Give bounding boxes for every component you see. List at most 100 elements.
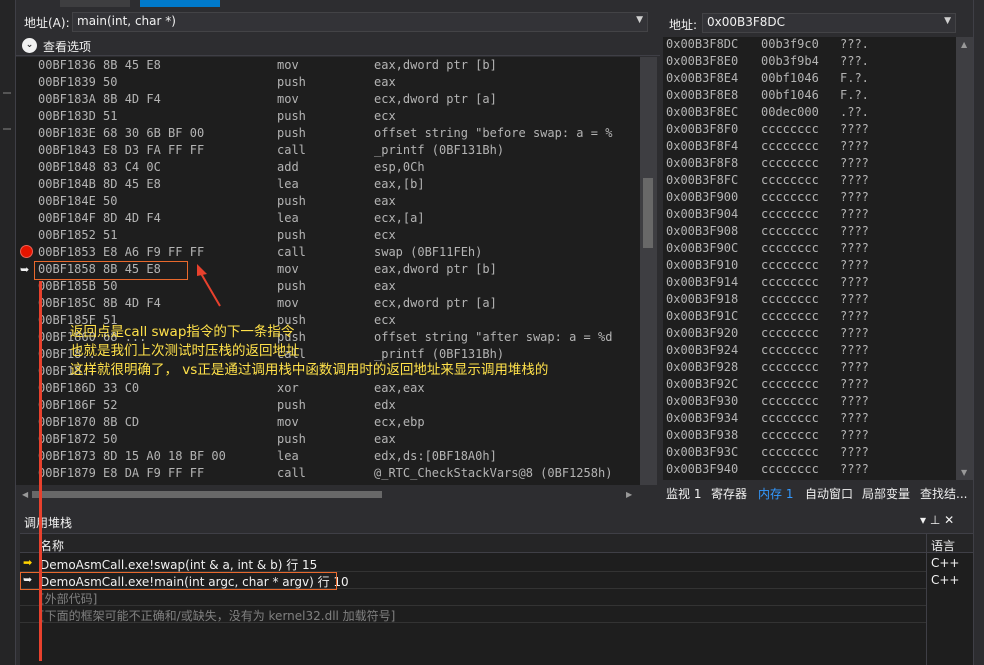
instruction-address: 00BF185B 50 — [38, 279, 118, 293]
disasm-scroll-thumb[interactable] — [643, 178, 653, 248]
scroll-down-icon[interactable]: ▼ — [961, 468, 967, 477]
memory-address: 0x00B3F914 — [666, 275, 739, 289]
scroll-left-icon[interactable]: ◀ — [22, 490, 28, 499]
instruction-opcode: mov — [277, 415, 299, 429]
memory-chars: ???? — [840, 445, 869, 459]
memory-chars: ???? — [840, 156, 869, 170]
tab-main-cpp[interactable] — [60, 0, 130, 7]
instruction-address: 00BF183D 51 — [38, 109, 118, 123]
instruction-operand: ecx — [374, 109, 396, 123]
instruction-opcode: push — [277, 75, 306, 89]
debug-tab[interactable]: 内存 1 — [758, 485, 793, 502]
instruction-operand: ecx — [374, 313, 396, 327]
instruction-opcode: push — [277, 228, 306, 242]
memory-chars: .??. — [840, 105, 869, 119]
disasm-hscroll-thumb[interactable] — [32, 491, 382, 498]
memory-value: 00bf1046 — [761, 88, 819, 102]
callstack-row[interactable]: [外部代码] — [20, 589, 926, 606]
memory-chars: ???? — [840, 462, 869, 476]
instruction-operand: ecx,[a] — [374, 211, 425, 225]
expand-chevron-icon[interactable]: ⌄ — [22, 38, 37, 53]
annotation-arrow-icon — [197, 264, 221, 307]
memory-address: 0x00B3F928 — [666, 360, 739, 374]
instruction-operand: esp,0Ch — [374, 160, 425, 174]
scroll-right-icon[interactable]: ▶ — [626, 490, 632, 499]
instruction-address: 00BF1872 50 — [38, 432, 118, 446]
instruction-address: 00BF184E 50 — [38, 194, 118, 208]
memory-value: cccccccc — [761, 377, 819, 391]
memory-address: 0x00B3F8E0 — [666, 54, 739, 68]
memory-chars: ???. — [840, 54, 869, 68]
instruction-opcode: push — [277, 194, 306, 208]
instruction-operand: eax,eax — [374, 381, 425, 395]
instruction-address: 00BF184F 8D 4D F4 — [38, 211, 161, 225]
memory-value: cccccccc — [761, 343, 819, 357]
disasm-vertical-scrollbar[interactable] — [640, 57, 657, 485]
view-options-label[interactable]: 查看选项 — [43, 38, 91, 55]
memory-address: 0x00B3F8F8 — [666, 156, 739, 170]
address-dropdown[interactable]: main(int, char *) ▼ — [72, 12, 648, 32]
debug-tab[interactable]: 查找结... — [920, 485, 967, 502]
instruction-opcode: call — [277, 143, 306, 157]
callstack-row[interactable]: DemoAsmCall.exe!swap(int & a, int & b) 行… — [20, 555, 926, 572]
panel-controls[interactable]: ▾ ⊥ ✕ — [920, 513, 954, 527]
callstack-header — [16, 511, 973, 533]
current-frame-arrow-icon: ➡ — [23, 556, 33, 569]
instruction-operand: _printf (0BF131Bh) — [374, 143, 505, 157]
column-name-header[interactable]: 名称 — [40, 537, 64, 554]
memory-chars: ???? — [840, 326, 869, 340]
instruction-address: 00BF183A 8B 4D F4 — [38, 92, 161, 106]
chevron-down-icon: ▼ — [636, 15, 643, 25]
memory-address-input[interactable]: 0x00B3F8DC ▼ — [702, 13, 956, 33]
debug-tab[interactable]: 自动窗口 — [805, 485, 853, 502]
instruction-operand: eax — [374, 432, 396, 446]
left-toolbar-strip — [0, 0, 16, 665]
memory-value: cccccccc — [761, 462, 819, 476]
scroll-up-icon[interactable]: ▲ — [961, 40, 967, 49]
memory-value: cccccccc — [761, 292, 819, 306]
memory-chars: F.?. — [840, 71, 869, 85]
memory-value: cccccccc — [761, 207, 819, 221]
memory-address: 0x00B3F90C — [666, 241, 739, 255]
tab-disassembly[interactable] — [140, 0, 220, 7]
memory-value: 00b3f9c0 — [761, 37, 819, 51]
breakpoint-icon[interactable] — [20, 245, 33, 258]
annotation-connector-line — [39, 281, 42, 661]
instruction-opcode: mov — [277, 296, 299, 310]
debug-tab[interactable]: 寄存器 — [711, 485, 747, 502]
collapse-marker — [3, 128, 11, 130]
memory-vertical-scrollbar[interactable] — [956, 37, 973, 480]
memory-chars: ???? — [840, 190, 869, 204]
instruction-opcode: push — [277, 279, 306, 293]
instruction-operand: eax — [374, 75, 396, 89]
memory-title-bar — [663, 0, 984, 10]
column-language-header[interactable]: 语言 — [931, 537, 955, 554]
memory-chars: ???? — [840, 309, 869, 323]
instruction-address: 00BF1870 8B CD — [38, 415, 140, 429]
column-separator[interactable] — [926, 534, 927, 665]
frame-language: C++ — [931, 573, 960, 587]
memory-address: 0x00B3F920 — [666, 326, 739, 340]
frame-name: DemoAsmCall.exe!swap(int & a, int & b) 行… — [40, 558, 318, 572]
memory-address: 0x00B3F924 — [666, 343, 739, 357]
debug-tab[interactable]: 监视 1 — [666, 485, 701, 502]
return-point-arrow-icon: ➥ — [20, 263, 30, 276]
memory-address: 0x00B3F8E4 — [666, 71, 739, 85]
memory-address: 0x00B3F910 — [666, 258, 739, 272]
callstack-row[interactable]: [下面的框架可能不正确和/或缺失，没有为 kernel32.dll 加载符号] — [20, 606, 926, 623]
instruction-opcode: lea — [277, 177, 299, 191]
memory-chars: F.?. — [840, 88, 869, 102]
memory-value: cccccccc — [761, 258, 819, 272]
instruction-opcode: xor — [277, 381, 299, 395]
debug-tab[interactable]: 局部变量 — [862, 485, 910, 502]
memory-value: cccccccc — [761, 241, 819, 255]
instruction-address: 00BF186F 52 — [38, 398, 118, 412]
frame-name: [外部代码] — [40, 592, 98, 606]
instruction-operand: offset string "before swap: a = % — [374, 126, 613, 140]
instruction-opcode: lea — [277, 211, 299, 225]
memory-chars: ???. — [840, 37, 869, 51]
memory-value: cccccccc — [761, 156, 819, 170]
memory-address: 0x00B3F93C — [666, 445, 739, 459]
memory-value: cccccccc — [761, 411, 819, 425]
annotation-text-line: 返回点是call swap指令的下一条指令 — [70, 324, 295, 340]
